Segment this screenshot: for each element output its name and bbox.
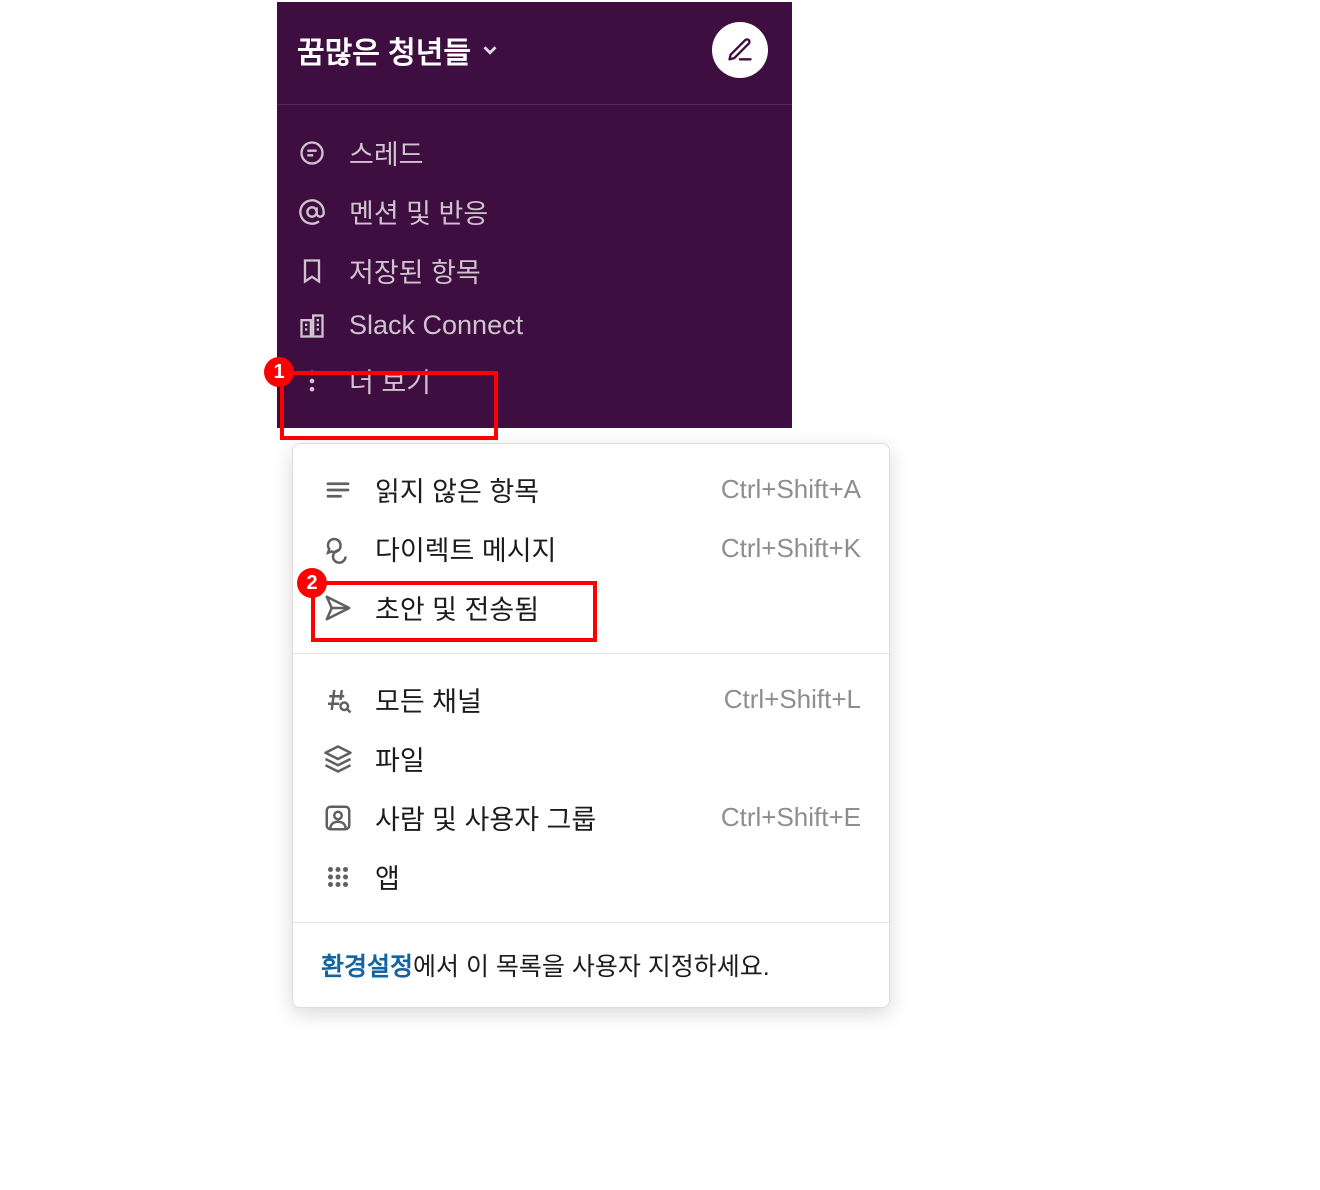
menu-item-drafts[interactable]: 초안 및 전송됨	[293, 578, 889, 637]
at-icon	[297, 197, 327, 227]
menu-item-label: 앱	[375, 857, 861, 896]
menu-item-label: 사람 및 사용자 그룹	[375, 798, 721, 837]
layers-icon	[321, 742, 355, 776]
menu-item-unread[interactable]: 읽지 않은 항목 Ctrl+Shift+A	[293, 460, 889, 519]
more-menu-popup: 읽지 않은 항목 Ctrl+Shift+A 다이렉트 메시지 Ctrl+Shif…	[292, 443, 890, 1008]
sidebar-item-label: 스레드	[349, 133, 424, 172]
menu-item-files[interactable]: 파일	[293, 729, 889, 788]
sidebar-item-mentions[interactable]: 멘션 및 반응	[277, 182, 792, 241]
keyboard-shortcut: Ctrl+Shift+K	[721, 533, 861, 564]
annotation-badge-2: 2	[297, 568, 327, 598]
sidebar-item-label: 멘션 및 반응	[349, 192, 488, 231]
threads-icon	[297, 138, 327, 168]
sidebar-item-label: 더 보기	[349, 361, 431, 400]
menu-item-dm[interactable]: 다이렉트 메시지 Ctrl+Shift+K	[293, 519, 889, 578]
sidebar-item-label: 저장된 항목	[349, 251, 481, 290]
popup-footer: 환경설정에서 이 목록을 사용자 지정하세요.	[293, 922, 889, 1007]
bookmark-icon	[297, 256, 327, 286]
menu-item-apps[interactable]: 앱	[293, 847, 889, 906]
grid-icon	[321, 860, 355, 894]
hash-search-icon	[321, 683, 355, 717]
slack-sidebar: 꿈많은 청년들 스레드 멘션 및 반응 저장된 항목	[277, 2, 792, 428]
workspace-header: 꿈많은 청년들	[277, 2, 792, 105]
popup-section-2: 모든 채널 Ctrl+Shift+L 파일 사람 및 사용자 그룹 Ctrl+S…	[293, 653, 889, 922]
sidebar-item-slack-connect[interactable]: Slack Connect	[277, 300, 792, 351]
buildings-icon	[297, 311, 327, 341]
workspace-name-label: 꿈많은 청년들	[297, 28, 471, 72]
sidebar-item-more[interactable]: 더 보기	[277, 351, 792, 410]
send-icon	[321, 591, 355, 625]
menu-item-label: 읽지 않은 항목	[375, 470, 721, 509]
preferences-link[interactable]: 환경설정	[321, 953, 413, 981]
menu-item-label: 다이렉트 메시지	[375, 529, 721, 568]
dm-icon	[321, 532, 355, 566]
compose-button[interactable]	[712, 22, 768, 78]
sidebar-item-saved[interactable]: 저장된 항목	[277, 241, 792, 300]
menu-item-label: 모든 채널	[375, 680, 724, 719]
keyboard-shortcut: Ctrl+Shift+E	[721, 802, 861, 833]
popup-section-1: 읽지 않은 항목 Ctrl+Shift+A 다이렉트 메시지 Ctrl+Shif…	[293, 444, 889, 653]
menu-item-label: 초안 및 전송됨	[375, 588, 861, 627]
chevron-down-icon	[479, 39, 501, 61]
compose-icon	[726, 36, 754, 64]
sidebar-item-label: Slack Connect	[349, 310, 523, 341]
menu-item-all-channels[interactable]: 모든 채널 Ctrl+Shift+L	[293, 670, 889, 729]
keyboard-shortcut: Ctrl+Shift+A	[721, 474, 861, 505]
menu-item-people[interactable]: 사람 및 사용자 그룹 Ctrl+Shift+E	[293, 788, 889, 847]
workspace-switcher[interactable]: 꿈많은 청년들	[297, 28, 501, 72]
more-vertical-icon	[297, 366, 327, 396]
people-icon	[321, 801, 355, 835]
list-icon	[321, 473, 355, 507]
menu-item-label: 파일	[375, 739, 861, 778]
annotation-badge-1: 1	[264, 357, 294, 387]
sidebar-item-threads[interactable]: 스레드	[277, 123, 792, 182]
keyboard-shortcut: Ctrl+Shift+L	[724, 684, 861, 715]
sidebar-nav: 스레드 멘션 및 반응 저장된 항목 Slack Connect 더 보기	[277, 105, 792, 428]
popup-footer-text: 에서 이 목록을 사용자 지정하세요.	[413, 953, 770, 981]
